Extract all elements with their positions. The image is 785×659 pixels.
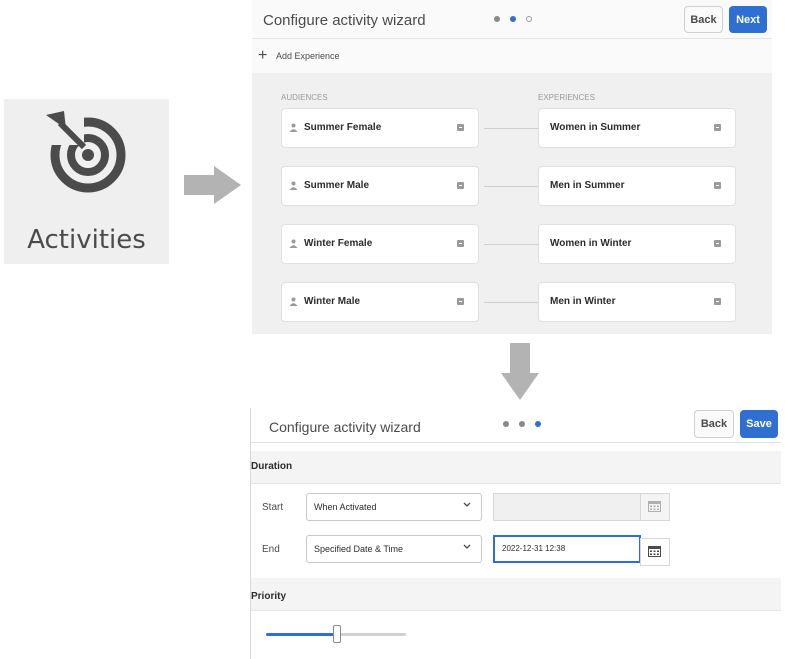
person-icon <box>289 123 298 132</box>
back-button[interactable]: Back <box>684 6 723 33</box>
connector-line <box>484 244 540 245</box>
experiences-header: EXPERIENCES <box>538 93 595 102</box>
dropdown-icon[interactable] <box>457 240 464 247</box>
end-calendar-button[interactable] <box>640 538 670 566</box>
audience-card[interactable]: Summer Female <box>281 108 479 148</box>
step-dot-3 <box>535 421 541 427</box>
step-indicator <box>503 421 541 427</box>
end-label: End <box>262 544 280 555</box>
priority-label: Priority <box>251 591 287 602</box>
duration-label: Duration <box>251 461 293 472</box>
connector-line <box>484 186 540 187</box>
dropdown-icon[interactable] <box>714 124 721 131</box>
step-dot-1 <box>494 16 500 22</box>
person-icon <box>289 297 298 306</box>
start-date-field <box>493 493 641 521</box>
chevron-down-icon <box>463 544 471 549</box>
calendar-icon <box>648 501 661 512</box>
connector-line <box>484 128 540 129</box>
priority-slider-fill <box>266 633 336 636</box>
wizard-title: Configure activity wizard <box>263 12 426 29</box>
end-date-input[interactable]: 2022-12-31 12:38 <box>493 535 641 563</box>
back-button[interactable]: Back <box>694 410 734 438</box>
activities-tile[interactable]: Activities <box>4 99 169 264</box>
duration-section-header: Duration <box>251 451 781 484</box>
step-dot-2 <box>519 421 525 427</box>
start-select-value: When Activated <box>314 502 377 512</box>
wizard-step-2-panel: Configure activity wizard Back Next + Ad… <box>252 0 772 334</box>
add-experience-label: Add Experience <box>276 51 340 61</box>
experience-name: Men in Summer <box>550 180 625 191</box>
audience-name: Summer Female <box>304 122 382 133</box>
experience-card[interactable]: Men in Summer <box>538 166 736 206</box>
end-select-value: Specified Date & Time <box>314 544 404 554</box>
plus-icon: + <box>258 47 268 64</box>
start-label: Start <box>262 502 284 513</box>
right-arrow-icon <box>184 166 242 204</box>
step-indicator <box>494 16 532 22</box>
end-select[interactable]: Specified Date & Time <box>306 535 482 563</box>
end-date-value: 2022-12-31 12:38 <box>502 544 566 553</box>
priority-section-header: Priority <box>251 578 781 611</box>
audience-name: Summer Male <box>304 180 370 191</box>
save-button[interactable]: Save <box>740 410 778 438</box>
step-dot-2 <box>510 16 516 22</box>
audience-card[interactable]: Winter Male <box>281 282 479 322</box>
calendar-icon <box>648 546 661 557</box>
wizard-header: Configure activity wizard Back Save <box>251 408 781 443</box>
wizard-title: Configure activity wizard <box>269 419 421 435</box>
dropdown-icon[interactable] <box>457 182 464 189</box>
target-icon <box>46 111 126 193</box>
audience-name: Winter Male <box>304 296 361 307</box>
dropdown-icon[interactable] <box>457 298 464 305</box>
down-arrow-icon <box>501 343 539 401</box>
priority-slider-thumb[interactable] <box>333 625 341 643</box>
next-button[interactable]: Next <box>729 6 767 33</box>
dropdown-icon[interactable] <box>714 240 721 247</box>
experience-card[interactable]: Women in Summer <box>538 108 736 148</box>
audience-card[interactable]: Summer Male <box>281 166 479 206</box>
wizard-step-3-panel: Configure activity wizard Back Save Dura… <box>250 408 781 659</box>
dropdown-icon[interactable] <box>714 182 721 189</box>
activities-label: Activities <box>27 225 146 255</box>
person-icon <box>289 239 298 248</box>
experience-card[interactable]: Women in Winter <box>538 224 736 264</box>
connector-line <box>484 302 540 303</box>
add-experience-button[interactable]: + Add Experience <box>252 39 772 73</box>
start-calendar-button <box>640 493 670 521</box>
start-select[interactable]: When Activated <box>306 493 482 521</box>
step-dot-1 <box>503 421 509 427</box>
audience-name: Winter Female <box>304 238 373 249</box>
experience-name: Women in Summer <box>550 122 641 133</box>
chevron-down-icon <box>463 502 471 507</box>
audiences-header: AUDIENCES <box>281 93 328 102</box>
person-icon <box>289 181 298 190</box>
dropdown-icon[interactable] <box>457 124 464 131</box>
experience-name: Women in Winter <box>550 238 632 249</box>
step-dot-3 <box>526 16 532 22</box>
experience-name: Men in Winter <box>550 296 616 307</box>
dropdown-icon[interactable] <box>714 298 721 305</box>
audience-card[interactable]: Winter Female <box>281 224 479 264</box>
experience-card[interactable]: Men in Winter <box>538 282 736 322</box>
wizard-header: Configure activity wizard Back Next <box>252 0 772 39</box>
